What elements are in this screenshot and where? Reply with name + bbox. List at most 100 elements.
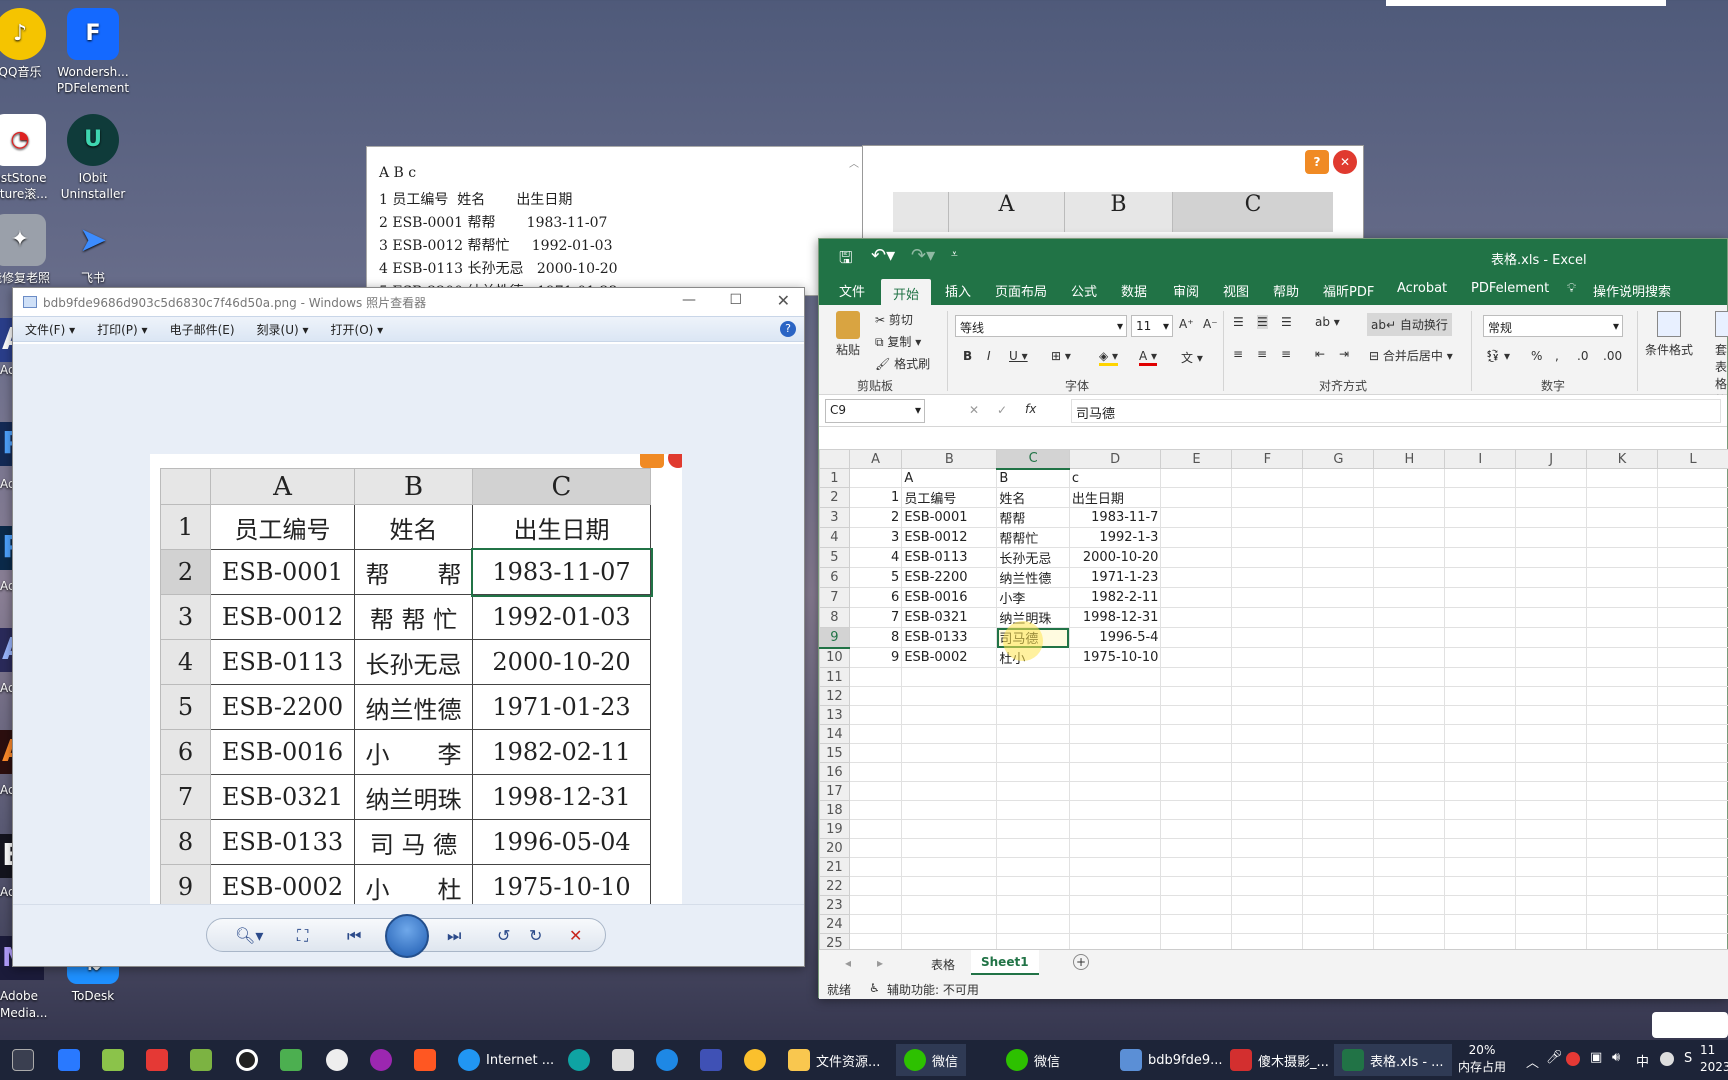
cell[interactable] (996, 914, 1070, 934)
cell[interactable] (1160, 800, 1233, 820)
copy-button[interactable]: ⧉ 复制 ▾ (875, 333, 921, 350)
cell[interactable] (1231, 587, 1304, 608)
taskbar-pin[interactable] (190, 1048, 218, 1072)
cut-button[interactable]: ✂ 剪切 (875, 311, 913, 328)
cell[interactable]: 8 (848, 627, 903, 648)
cell[interactable] (1068, 743, 1162, 763)
sheet-scroll-right-icon[interactable]: ▸ (877, 956, 883, 970)
cell[interactable] (1515, 914, 1588, 934)
cell[interactable] (901, 857, 998, 877)
row-header[interactable]: 17 (819, 781, 850, 801)
cell[interactable] (1586, 667, 1658, 687)
wrap-text-button[interactable]: ab↵ 自动换行 (1367, 313, 1452, 336)
cell[interactable]: ESB-0133 (901, 627, 998, 648)
cell[interactable] (1444, 857, 1517, 877)
cell[interactable] (1160, 876, 1233, 896)
previous-icon[interactable]: ⏮ (347, 926, 361, 946)
sheet-tab[interactable]: 表格 (931, 956, 955, 973)
column-header[interactable]: L (1656, 449, 1728, 469)
cell[interactable]: ESB-2200 (901, 567, 998, 588)
app-tray-icon[interactable] (1660, 1052, 1674, 1066)
cell[interactable] (1231, 667, 1304, 687)
column-header[interactable]: G (1302, 449, 1375, 469)
cell[interactable] (1231, 686, 1304, 706)
cell[interactable] (1068, 933, 1162, 949)
cell[interactable] (848, 838, 903, 858)
decrease-decimal-icon[interactable]: .00 (1603, 349, 1622, 363)
cell[interactable] (1444, 487, 1517, 508)
record-tray-icon[interactable] (1566, 1052, 1580, 1066)
cell[interactable] (1444, 819, 1517, 839)
cell[interactable]: 帮帮 (996, 507, 1070, 528)
cell[interactable] (1302, 567, 1375, 588)
rotate-left-icon[interactable]: ↺ (497, 926, 510, 945)
cell[interactable] (848, 800, 903, 820)
next-icon[interactable]: ⏭ (447, 926, 461, 946)
cell[interactable] (1656, 800, 1728, 820)
cell[interactable] (1373, 857, 1446, 877)
cell[interactable] (1586, 607, 1658, 628)
formula-input[interactable]: 司马德 (1071, 399, 1721, 423)
cell[interactable]: 4 (848, 547, 903, 568)
row-header[interactable]: 9 (819, 627, 850, 649)
align-middle-icon[interactable]: ☰ (1257, 315, 1268, 329)
cell[interactable] (1515, 705, 1588, 725)
cell[interactable] (1231, 705, 1304, 725)
cell[interactable]: 2000-10-20 (1068, 547, 1162, 568)
cell[interactable] (1160, 705, 1233, 725)
insert-function-icon[interactable]: fx (1025, 402, 1036, 416)
cell[interactable]: 5 (848, 567, 903, 588)
cell[interactable] (901, 819, 998, 839)
taskbar-item-explorer[interactable]: 文件资源... (788, 1048, 880, 1072)
ifly-widget[interactable] (1652, 1012, 1728, 1038)
cell[interactable] (1160, 567, 1233, 588)
cell[interactable] (1231, 819, 1304, 839)
cell[interactable] (996, 724, 1070, 744)
cell[interactable] (1160, 838, 1233, 858)
cell[interactable] (1373, 587, 1446, 608)
orientation-icon[interactable]: ab ▾ (1315, 315, 1340, 329)
zoom-icon[interactable]: 🔍︎▾ (235, 926, 263, 945)
cell[interactable] (1302, 527, 1375, 548)
cell[interactable] (1656, 567, 1728, 588)
cell[interactable] (1656, 647, 1728, 668)
cell[interactable] (996, 838, 1070, 858)
cell[interactable] (1656, 587, 1728, 608)
cell[interactable] (1302, 876, 1375, 896)
cell[interactable] (848, 468, 903, 488)
cell[interactable] (1160, 781, 1233, 801)
cell[interactable] (1302, 647, 1375, 668)
cell[interactable] (901, 667, 998, 687)
volume-icon[interactable]: 🔊︎ (1612, 1050, 1620, 1065)
cell[interactable] (1160, 547, 1233, 568)
border-icon[interactable]: ⊞ ▾ (1051, 349, 1071, 363)
comma-icon[interactable]: , (1555, 349, 1559, 363)
cell[interactable] (1373, 724, 1446, 744)
cell[interactable] (1656, 933, 1728, 949)
cell[interactable] (1444, 933, 1517, 949)
cell[interactable] (1302, 587, 1375, 608)
row-header[interactable]: 13 (819, 705, 850, 725)
cell[interactable] (1586, 857, 1658, 877)
cell[interactable] (1586, 468, 1658, 488)
cell[interactable]: ESB-0321 (901, 607, 998, 628)
cancel-icon[interactable]: ✕ (969, 403, 979, 417)
cell[interactable] (1444, 705, 1517, 725)
row-header[interactable]: 24 (819, 914, 850, 934)
sheet-tab-active[interactable]: Sheet1 (971, 950, 1039, 975)
taskbar-item-wechat[interactable]: 微信 (1006, 1048, 1060, 1072)
minimize-icon[interactable]: — (682, 292, 696, 308)
taskbar-pin[interactable] (280, 1048, 308, 1072)
tab-pdfelement[interactable]: PDFelement (1471, 281, 1549, 296)
actual-size-icon[interactable]: ⛶ (297, 926, 308, 946)
cell[interactable] (996, 876, 1070, 896)
accessibility-status[interactable]: 辅助功能: 不可用 (887, 981, 979, 998)
cell[interactable] (848, 933, 903, 949)
align-bottom-icon[interactable]: ☰ (1281, 315, 1292, 329)
currency-icon[interactable]: 💱︎ ▾ (1485, 349, 1510, 363)
cell[interactable] (1515, 567, 1588, 588)
cell[interactable] (1302, 627, 1375, 648)
cell[interactable] (1231, 781, 1304, 801)
cell[interactable] (1160, 724, 1233, 744)
cell[interactable]: B (996, 468, 1070, 488)
